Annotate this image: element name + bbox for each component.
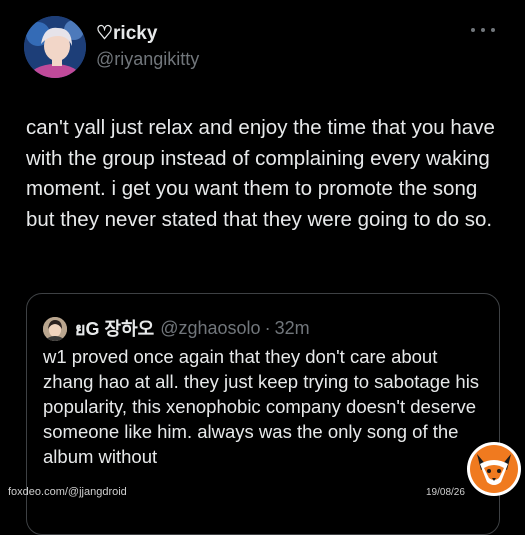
quoted-tweet-separator: · xyxy=(264,318,271,338)
quoted-tweet-header: ยG 장하오 @zghaosolo · 32m xyxy=(43,314,310,343)
watermark-source: foxdeo.com/@jjangdroid xyxy=(8,486,127,498)
tweet-text: can't yall just relax and enjoy the time… xyxy=(26,116,495,231)
profile-photo-icon xyxy=(43,316,67,341)
quoted-tweet-text: w1 proved once again that they don't car… xyxy=(43,346,480,467)
quoted-tweet-timestamp[interactable]: 32m xyxy=(275,318,310,339)
author-avatar[interactable] xyxy=(24,16,86,78)
watermark-date: 19/08/26 xyxy=(426,487,465,498)
quoted-tweet[interactable]: ยG 장하오 @zghaosolo · 32m w1 proved once a… xyxy=(26,293,500,535)
quoted-author-handle[interactable]: @zghaosolo xyxy=(160,318,260,339)
profile-photo-icon xyxy=(24,16,86,78)
tweet: ♡ricky @riyangikitty can't yall just rel… xyxy=(0,0,525,535)
more-options-icon xyxy=(471,28,475,32)
more-options-icon-dot xyxy=(491,28,495,32)
author-display-name[interactable]: ♡ricky xyxy=(96,22,157,45)
quoted-author-display-name[interactable]: ยG 장하오 xyxy=(75,314,154,343)
quoted-author-avatar[interactable] xyxy=(43,316,67,341)
more-options-icon-dot xyxy=(481,28,485,32)
more-options-button[interactable] xyxy=(471,20,495,40)
fox-logo-icon xyxy=(465,440,523,498)
author-handle[interactable]: @riyangikitty xyxy=(96,49,199,70)
